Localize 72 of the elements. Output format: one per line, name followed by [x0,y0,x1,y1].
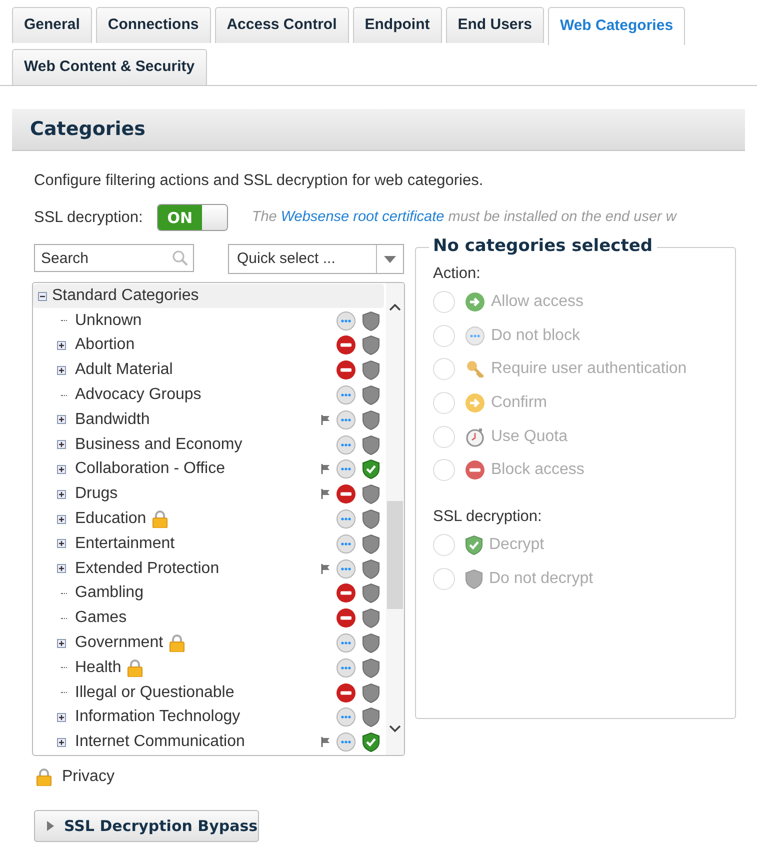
legend-label: Privacy [62,767,114,788]
category-label[interactable]: Advocacy Groups [75,383,202,408]
category-label[interactable]: Business and Economy [75,432,242,457]
category-label[interactable]: Education [75,507,146,532]
scrollbar[interactable] [386,283,404,756]
option-label: Confirm [491,392,548,413]
category-label[interactable]: Illegal or Questionable [75,680,234,705]
action-label: Action: [433,264,482,284]
category-label[interactable]: Drugs [75,482,118,506]
option-label: Use Quota [491,426,568,447]
category-label[interactable]: Abortion [75,333,135,358]
expand-icon[interactable] [57,440,66,450]
search-icon [172,250,188,266]
category-label[interactable]: Information Technology [75,705,240,730]
lock-icon [36,768,52,786]
expand-icon[interactable] [57,490,66,499]
category-label[interactable]: Collaboration - Office [75,457,225,482]
category-label[interactable]: Internet Communication [75,730,245,754]
expand-icon[interactable] [57,712,66,722]
expand-icon[interactable] [57,738,66,747]
category-label[interactable]: Entertainment [75,532,175,556]
expand-icon[interactable] [57,514,66,524]
ssl-label: SSL decryption: [34,208,143,228]
lock-icon [127,658,144,677]
certificate-note: The Websense root certificate must be installed on the end user w [252,208,676,227]
tab[interactable]: General [12,7,92,43]
panel-title: No categories selected [432,235,654,258]
expand-icon[interactable] [57,539,66,548]
expand-icon[interactable] [57,464,66,474]
category-label[interactable]: Extended Protection [75,556,220,581]
caret-icon [384,256,396,263]
ssl-section-label: SSL decryption: [433,507,543,528]
lock-icon [152,510,168,528]
tab[interactable]: Endpoint [352,7,442,43]
tab[interactable]: Connections [96,7,211,43]
category-label[interactable]: Gambling [75,581,144,606]
scroll-down-icon[interactable] [389,725,401,734]
collapse-icon[interactable] [38,292,47,301]
lock-icon [169,634,186,652]
expand-icon[interactable] [57,366,66,375]
option-label: Require user authentication [491,359,687,380]
expand-icon[interactable] [57,564,66,574]
category-label[interactable]: Unknown [75,308,142,333]
scroll-thumb[interactable] [387,501,403,610]
tab[interactable]: Web Content & Security [12,49,207,85]
category-label[interactable]: Health [75,656,122,680]
expand-icon[interactable] [57,415,66,424]
tab[interactable]: Access Control [214,7,349,43]
section-title: Categories [30,117,146,142]
category-label[interactable]: Bandwidth [75,408,150,432]
category-label[interactable]: Games [75,606,127,630]
bypass-button[interactable]: SSL Decryption Bypass [34,810,259,842]
tab[interactable]: Web Categories [548,7,686,45]
option-label: Allow access [491,292,584,312]
category-label[interactable]: Government [75,631,164,655]
option-label: Do not decrypt [489,568,594,589]
scroll-up-icon[interactable] [389,303,401,312]
category-label[interactable]: Adult Material [75,358,173,382]
option-label: Do not block [491,326,580,346]
option-label: Block access [491,460,584,480]
expand-arrow-icon [47,821,54,832]
option-label: Decrypt [489,535,544,556]
expand-icon[interactable] [57,638,66,648]
tree-root-label: Standard Categories [52,286,199,306]
expand-icon[interactable] [57,340,66,350]
search-field[interactable]: Search [34,244,194,272]
description: Configure filtering actions and SSL decryption for web categories. [34,171,484,191]
certificate-link[interactable]: Websense root certificate [280,208,444,225]
quick-select-dropdown[interactable]: Quick select ... [228,244,404,274]
ssl-toggle[interactable]: ON [156,204,228,232]
tree-root[interactable]: Standard Categories [33,284,384,308]
tab[interactable]: End Users [446,7,544,43]
